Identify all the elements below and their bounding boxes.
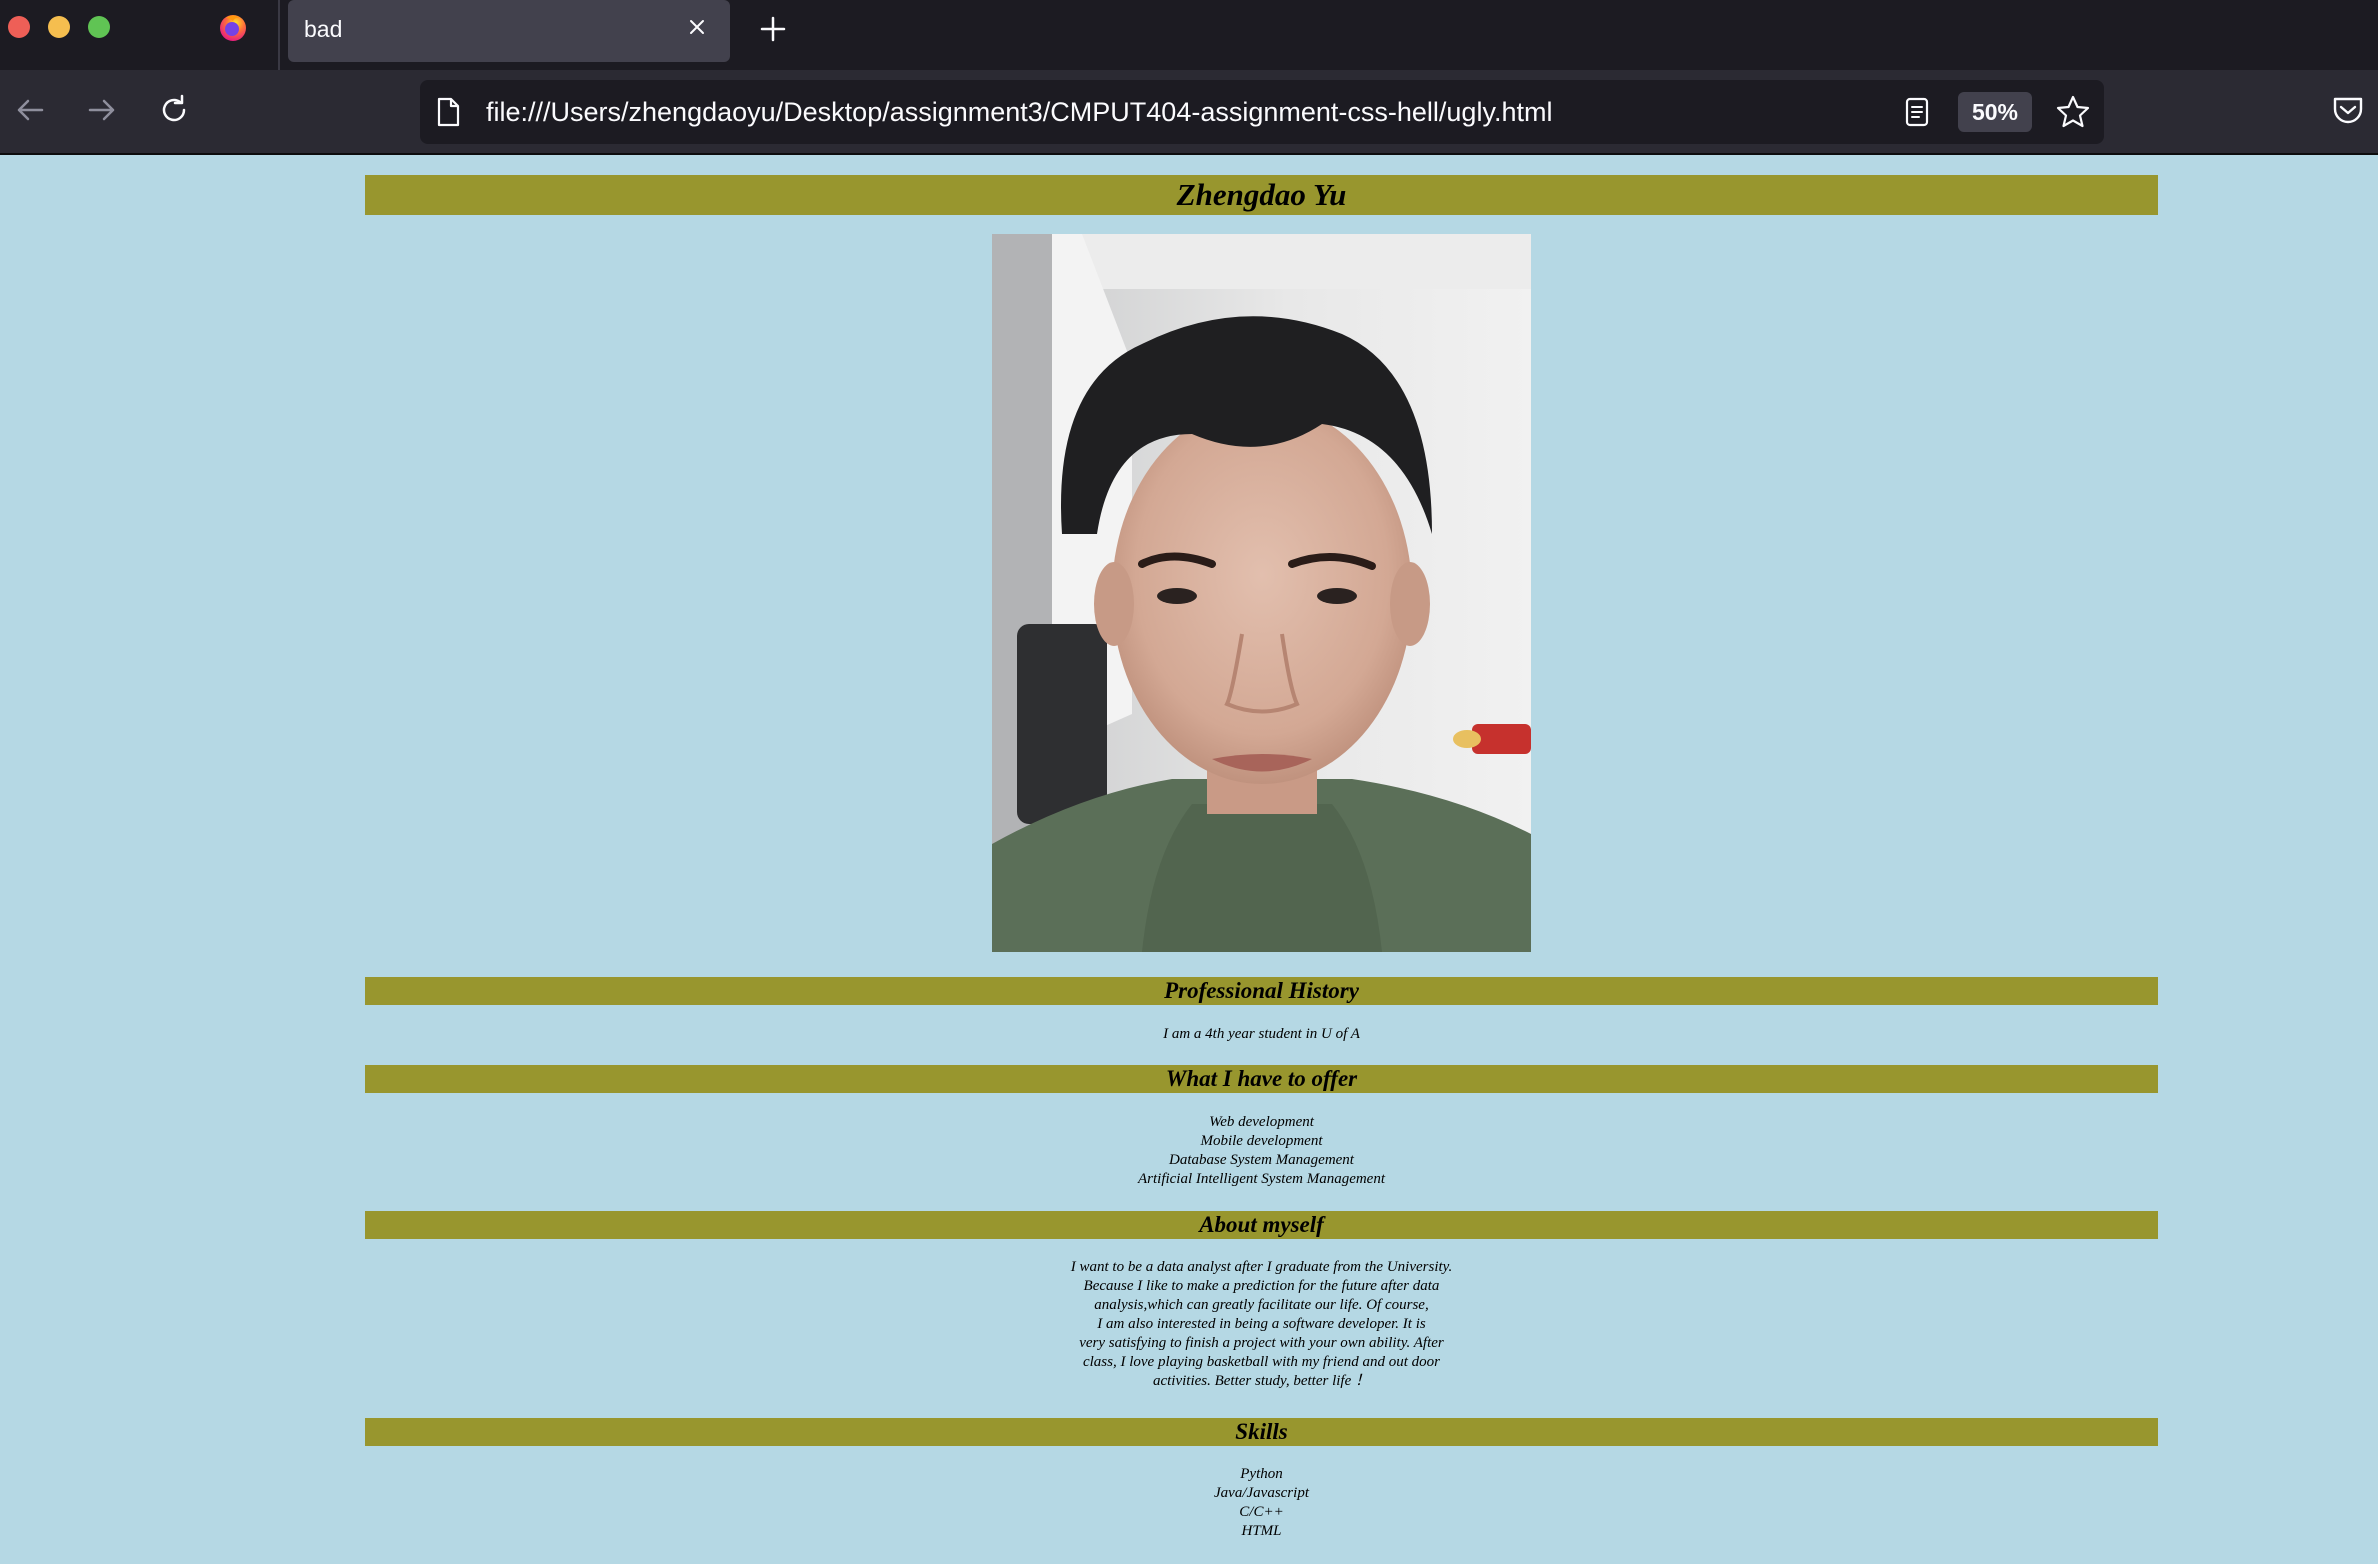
text-line: Because I like to make a prediction for …: [1083, 1278, 1440, 1294]
navigation-toolbar: file:///Users/zhengdaoyu/Desktop/assignm…: [0, 70, 2378, 155]
forward-arrow-icon[interactable]: [84, 92, 120, 128]
tab-bar: bad: [0, 0, 2378, 70]
text-line: activities. Better study, better life ！: [1152, 1373, 1371, 1389]
professional-history-text: I am a 4th year student in U of A: [365, 1025, 2158, 1044]
text-line: analysis,which can greatly facilitate ou…: [1094, 1297, 1429, 1313]
reload-icon[interactable]: [156, 92, 192, 128]
page-content: Zhengdao Yu Professional History I am a …: [0, 155, 2378, 1564]
page-title: Zhengdao Yu: [365, 175, 2158, 215]
text-line: I am also interested in being a software…: [1097, 1316, 1426, 1332]
url-bar[interactable]: file:///Users/zhengdaoyu/Desktop/assignm…: [420, 80, 2104, 144]
section-heading-skills: Skills: [365, 1418, 2158, 1446]
section-heading-offer: What I have to offer: [365, 1065, 2158, 1093]
text-line: very satisfying to finish a project with…: [1079, 1335, 1444, 1351]
page-icon: [437, 97, 460, 127]
zoom-level-button[interactable]: 50%: [1958, 92, 2032, 132]
text-line: class, I love playing basketball with my…: [1082, 1354, 1441, 1370]
section-heading-professional-history: Professional History: [365, 977, 2158, 1005]
reader-view-icon[interactable]: [1902, 96, 1932, 128]
active-tab[interactable]: bad: [288, 0, 730, 62]
offer-list: Web development Mobile development Datab…: [365, 1113, 2158, 1189]
tab-title: bad: [304, 16, 343, 42]
list-item: Java/Javascript: [1214, 1485, 1309, 1501]
about-myself-text: I want to be a data analyst after I grad…: [365, 1258, 2158, 1391]
list-item: Web development: [1209, 1114, 1314, 1130]
section-heading-about-myself: About myself: [365, 1211, 2158, 1239]
list-item: Database System Management: [1169, 1152, 1354, 1168]
text-line: I want to be a data analyst after I grad…: [1070, 1259, 1453, 1275]
window-maximize-button[interactable]: [88, 16, 110, 38]
bookmark-star-icon[interactable]: [2054, 93, 2092, 131]
list-item: Artificial Intelligent System Management: [1137, 1171, 1386, 1187]
list-item: Python: [1240, 1466, 1283, 1482]
skills-list: Python Java/Javascript C/C++ HTML: [365, 1465, 2158, 1541]
list-item: C/C++: [1239, 1504, 1284, 1520]
back-arrow-icon[interactable]: [12, 92, 48, 128]
profile-photo: [992, 234, 1531, 952]
close-tab-icon[interactable]: [686, 16, 708, 38]
new-tab-icon[interactable]: [758, 14, 788, 44]
text-line: I am a 4th year student in U of A: [1163, 1026, 1360, 1042]
tab-separator: [278, 0, 280, 70]
window-close-button[interactable]: [8, 16, 30, 38]
firefox-logo-icon: [220, 15, 246, 41]
list-item: Mobile development: [1200, 1133, 1323, 1149]
window-minimize-button[interactable]: [48, 16, 70, 38]
list-item: HTML: [1241, 1523, 1282, 1539]
pocket-icon[interactable]: [2330, 92, 2366, 128]
url-text[interactable]: file:///Users/zhengdaoyu/Desktop/assignm…: [486, 97, 1552, 128]
